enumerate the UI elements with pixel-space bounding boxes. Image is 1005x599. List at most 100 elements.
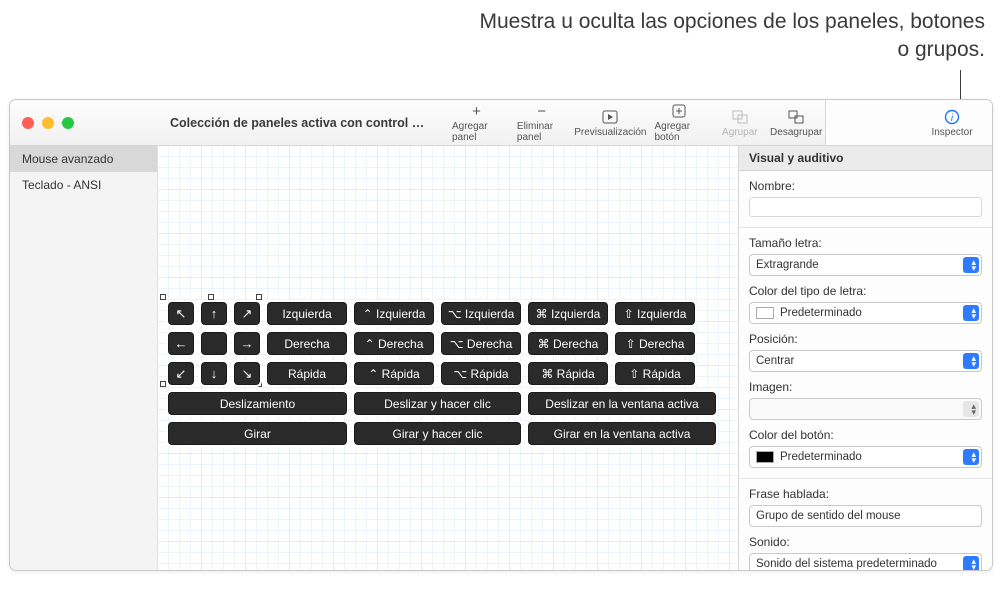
panel-button-arrow-n[interactable]: ↑ <box>199 300 229 327</box>
toolbar-label: Inspector <box>931 127 972 138</box>
sound-value: Sonido del sistema predeterminado <box>756 558 937 570</box>
panels-sidebar: Mouse avanzado Teclado - ANSI <box>10 146 158 570</box>
position-value: Centrar <box>756 355 794 367</box>
position-popup[interactable]: Centrar ▴▾ <box>749 350 982 372</box>
inspector-section-audio: Frase hablada: Grupo de sentido del mous… <box>739 479 992 570</box>
toolbar-label: Previsualización <box>574 127 646 138</box>
font-size-popup[interactable]: Extragrande ▴▾ <box>749 254 982 276</box>
panel-button-mod1-fast[interactable]: ⌥ Rápida <box>439 360 523 387</box>
toolbar-label: Agrupar <box>722 127 758 138</box>
play-icon <box>602 108 618 126</box>
name-label: Nombre: <box>749 179 982 193</box>
image-popup[interactable]: ▴▾ <box>749 398 982 420</box>
add-button-button[interactable]: Agregar botón <box>646 100 711 145</box>
window-title: Colección de paneles activa con control … <box>158 100 438 145</box>
panel-button-arrow-e[interactable]: → <box>232 330 262 357</box>
minimize-window-button[interactable] <box>42 117 54 129</box>
preview-button[interactable]: Previsualización <box>574 100 646 145</box>
panel-button-arrow-sw[interactable]: ↙ <box>166 360 196 387</box>
plus-icon: + <box>472 102 481 120</box>
name-field[interactable] <box>749 197 982 217</box>
panel-button-mod1-left[interactable]: ⌥ Izquierda <box>439 300 523 327</box>
panel-canvas[interactable]: ↖ ↑ ↗ Izquierda ⌃ Izquierda ⌥ Izquierda … <box>158 146 738 570</box>
panel-button-fast[interactable]: Rápida <box>265 360 349 387</box>
panel-button-mod0-left[interactable]: ⌃ Izquierda <box>352 300 436 327</box>
panel-button-mod3-right[interactable]: ⇧ Derecha <box>613 330 697 357</box>
panel-button-arrow-s[interactable]: ↓ <box>199 360 229 387</box>
panel-button-arrow-center[interactable] <box>199 330 229 357</box>
toolbar: + Agregar panel − Eliminar panel Previsu… <box>438 100 993 145</box>
toolbar-label: Agregar botón <box>654 121 703 143</box>
panel-button-mod2-right[interactable]: ⌘ Derecha <box>526 330 610 357</box>
sidebar-item-mouse-avanzado[interactable]: Mouse avanzado <box>10 146 157 172</box>
sidebar-item-teclado-ansi[interactable]: Teclado - ANSI <box>10 172 157 198</box>
font-color-value: Predeterminado <box>780 307 862 319</box>
panel-button-arrow-w[interactable]: ← <box>166 330 196 357</box>
position-label: Posición: <box>749 332 982 346</box>
panel-button-left[interactable]: Izquierda <box>265 300 349 327</box>
font-size-label: Tamaño letra: <box>749 236 982 250</box>
chevron-updown-icon: ▴▾ <box>971 307 976 319</box>
toolbar-label: Desagrupar <box>770 127 822 138</box>
minus-icon: − <box>537 102 546 120</box>
button-color-popup[interactable]: Predeterminado ▴▾ <box>749 446 982 468</box>
button-color-value: Predeterminado <box>780 451 862 463</box>
spoken-phrase-label: Frase hablada: <box>749 487 982 501</box>
panel-button-arrow-ne[interactable]: ↗ <box>232 300 262 327</box>
toolbar-label: Eliminar panel <box>517 121 566 143</box>
panel-button-rotate[interactable]: Girar <box>166 420 349 447</box>
chevron-updown-icon: ▴▾ <box>971 355 976 367</box>
info-icon: i <box>944 108 960 126</box>
panel-button-arrow-nw[interactable]: ↖ <box>166 300 196 327</box>
panel-button-mod1-right[interactable]: ⌥ Derecha <box>439 330 523 357</box>
inspector-pane: Visual y auditivo Nombre: Tamaño letra: … <box>738 146 992 570</box>
font-color-label: Color del tipo de letra: <box>749 284 982 298</box>
panel-button-slide-click[interactable]: Deslizar y hacer clic <box>352 390 523 417</box>
group-icon <box>732 108 748 126</box>
zoom-window-button[interactable] <box>62 117 74 129</box>
panel-button-slide-active[interactable]: Deslizar en la ventana activa <box>526 390 718 417</box>
group-button[interactable]: Agrupar <box>712 100 768 145</box>
svg-text:i: i <box>951 113 954 124</box>
panel-button-mod2-left[interactable]: ⌘ Izquierda <box>526 300 610 327</box>
color-swatch-icon <box>756 307 774 319</box>
window-controls <box>10 100 158 145</box>
font-size-value: Extragrande <box>756 259 819 271</box>
remove-panel-button[interactable]: − Eliminar panel <box>509 100 574 145</box>
panel-button-arrow-se[interactable]: ↘ <box>232 360 262 387</box>
inspector-section-appearance: Tamaño letra: Extragrande ▴▾ Color del t… <box>739 228 992 479</box>
resize-handle[interactable] <box>160 294 166 300</box>
panel-button-mod0-right[interactable]: ⌃ Derecha <box>352 330 436 357</box>
panel-button-rotate-click[interactable]: Girar y hacer clic <box>352 420 523 447</box>
panel-button-mod2-fast[interactable]: ⌘ Rápida <box>526 360 610 387</box>
sound-popup[interactable]: Sonido del sistema predeterminado ▴▾ <box>749 553 982 570</box>
panel-button-mod0-fast[interactable]: ⌃ Rápida <box>352 360 436 387</box>
panel-button-mod3-left[interactable]: ⇧ Izquierda <box>613 300 697 327</box>
ungroup-button[interactable]: Desagrupar <box>768 100 825 145</box>
chevron-updown-icon: ▴▾ <box>971 451 976 463</box>
close-window-button[interactable] <box>22 117 34 129</box>
font-color-popup[interactable]: Predeterminado ▴▾ <box>749 302 982 324</box>
panel-button-mod3-fast[interactable]: ⇧ Rápida <box>613 360 697 387</box>
panel-editor-window: Colección de paneles activa con control … <box>9 99 993 571</box>
panel-button-slide[interactable]: Deslizamiento <box>166 390 349 417</box>
panel-button-right[interactable]: Derecha <box>265 330 349 357</box>
window-body: Mouse avanzado Teclado - ANSI ↖ ↑ ↗ Izqu… <box>10 146 992 570</box>
color-swatch-icon <box>756 451 774 463</box>
chevron-updown-icon: ▴▾ <box>971 558 976 570</box>
panel-button-rotate-active[interactable]: Girar en la ventana activa <box>526 420 718 447</box>
plus-box-icon <box>672 102 686 120</box>
titlebar: Colección de paneles activa con control … <box>10 100 992 146</box>
annotation-callout: Muestra u oculta las opciones de los pan… <box>470 8 985 65</box>
image-label: Imagen: <box>749 380 982 394</box>
inspector-toggle-button[interactable]: i Inspector <box>825 100 993 145</box>
spoken-phrase-value: Grupo de sentido del mouse <box>756 510 900 522</box>
inspector-section-name: Nombre: <box>739 171 992 228</box>
chevron-updown-icon: ▴▾ <box>971 259 976 271</box>
button-color-label: Color del botón: <box>749 428 982 442</box>
spoken-phrase-field[interactable]: Grupo de sentido del mouse <box>749 505 982 527</box>
sound-label: Sonido: <box>749 535 982 549</box>
chevron-updown-icon: ▴▾ <box>971 403 976 415</box>
add-panel-button[interactable]: + Agregar panel <box>444 100 509 145</box>
ungroup-icon <box>788 108 804 126</box>
